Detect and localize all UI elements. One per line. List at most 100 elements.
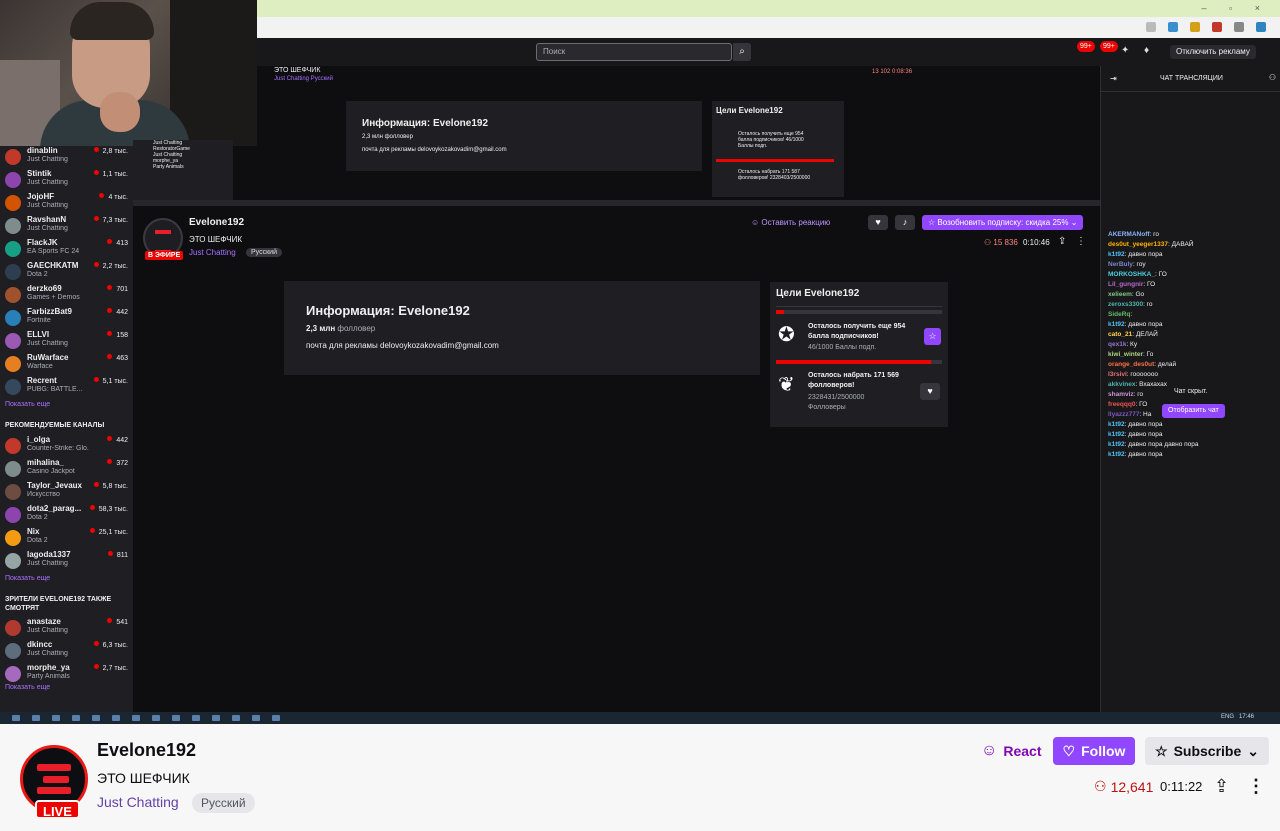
sidebar-channel-category: Counter-Strike: Glo... xyxy=(27,445,89,452)
chat-username: k1t92 xyxy=(1108,321,1125,328)
chat-username: des0ut_yeeger1337 xyxy=(1108,241,1168,248)
more-options-icon[interactable]: ⋮ xyxy=(1247,776,1265,797)
chat-message: l3rsivi: гооооооо xyxy=(1108,370,1278,380)
inner-ads-button: Отключить рекламу xyxy=(1170,45,1256,59)
channel-avatar-icon xyxy=(5,149,21,165)
chat-text: : давно пора xyxy=(1124,421,1163,428)
sidebar-channel-row: dkincc Just Chatting 6,3 тыс. xyxy=(4,640,132,662)
channel-avatar-icon xyxy=(5,620,21,636)
sidebar-channel-category: Just Chatting xyxy=(27,225,68,232)
sidebar-channel-category: Just Chatting xyxy=(27,627,68,634)
viewer-number: 12,641 xyxy=(1110,778,1154,795)
chat-message: orange_des0ut: делай xyxy=(1108,360,1278,370)
category-link[interactable]: Just Chatting xyxy=(97,794,179,810)
sidebar-channel-row: derzko69 Games + Demos 701 xyxy=(4,284,132,306)
channel-avatar-icon xyxy=(5,172,21,188)
chat-text: : ДЕЛАЙ xyxy=(1132,331,1158,338)
sidebar-channel-row: lagoda1337 Just Chatting 811 xyxy=(4,550,132,572)
channel-name[interactable]: Evelone192 xyxy=(97,740,196,761)
sidebar-channel-row: FlackJK EA Sports FC 24 413 xyxy=(4,238,132,260)
inner-react-label: Оставить реакцию xyxy=(761,218,831,227)
chat-message: k1t92: давно пора давно пора xyxy=(1108,440,1278,450)
sidebar-channel-category: Dota 2 xyxy=(27,514,48,521)
chat-username: l3rsivi xyxy=(1108,371,1127,378)
goal2-text: Осталось набрать 171 569 фолловеров! xyxy=(808,372,899,389)
chat-text: : ГО xyxy=(1154,271,1167,278)
stream-video[interactable]: – ▫ × Поиск ⌕ 99+ 99+ ✦ ♦ Отключить рекл… xyxy=(0,0,1280,724)
chat-username: llyazzz777 xyxy=(1108,411,1140,418)
show-more-link: Показать еще xyxy=(5,575,51,582)
channel-avatar-icon xyxy=(5,333,21,349)
chat-username: akkvinex xyxy=(1108,381,1136,388)
sidebar-channel-viewers: 4 тыс. xyxy=(99,193,128,201)
language-tag[interactable]: Русский xyxy=(192,793,255,813)
chat-text: : давно пора xyxy=(1124,451,1163,458)
sidebar-channel-category: Fortnite xyxy=(27,317,51,324)
chat-text: : ГО xyxy=(1143,281,1156,288)
sidebar-channel-row: RavshanN Just Chatting 7,3 тыс. xyxy=(4,215,132,237)
subscribe-button[interactable]: ☆ Subscribe ⌄ xyxy=(1145,737,1269,765)
sidebar-channel-name: FlackJK xyxy=(27,238,58,247)
show-more-link: Показать еще xyxy=(5,684,51,691)
inner-drop-icon: ♦ xyxy=(1144,45,1150,56)
sidebar-channel-name: dinablin xyxy=(27,146,58,155)
chat-message: qex1k: Ку xyxy=(1108,340,1278,350)
chat-text: : делай xyxy=(1154,361,1177,368)
inner-subscribe-label: Возобновить подписку: скидка 25% xyxy=(937,218,1069,227)
sidebar-channel-viewers: 58,3 тыс. xyxy=(90,505,128,513)
live-badge: LIVE xyxy=(35,800,80,819)
viewer-count: ⚇ 12,641 xyxy=(1094,778,1153,795)
react-icon: ☺ xyxy=(981,742,998,759)
sidebar-channel-viewers: 811 xyxy=(108,551,128,559)
sidebar-channel-viewers: 6,3 тыс. xyxy=(94,641,128,649)
inner-language-tag: Русский xyxy=(246,248,282,257)
star-icon: ☆ xyxy=(1155,742,1168,759)
chat-text: : гооооооо xyxy=(1126,371,1158,378)
react-button[interactable]: ☺ React xyxy=(975,737,1047,765)
taskbar-language: ENG xyxy=(1220,714,1234,720)
chat-text: : Ку xyxy=(1126,341,1138,348)
share-icon[interactable]: ⇪ xyxy=(1214,776,1229,797)
chat-text: : ГО xyxy=(1135,401,1148,408)
star-icon: ✪ xyxy=(778,324,795,346)
inner-goals-title: Цели Evelone192 xyxy=(776,288,860,299)
nested-goal-2: Осталось набрать 171 587 фолловеров! 232… xyxy=(738,169,811,181)
chat-message: Lil_gungnir: ГО xyxy=(1108,280,1278,290)
chat-text: : давно пора xyxy=(1124,431,1163,438)
nested-goal-1: Осталось получить еще 954 балла подписчи… xyxy=(738,131,804,149)
chat-message: kiwi_winter: Го xyxy=(1108,350,1278,360)
subscribe-label: Subscribe xyxy=(1173,743,1242,759)
goal-progress-bar xyxy=(776,360,942,364)
inner-goals-panel: Цели Evelone192 ✪ Осталось получить еще … xyxy=(770,282,948,427)
sidebar-channel-category: PUBG: BATTLE... xyxy=(27,386,83,393)
sidebar-channel-name: GAECHKATM xyxy=(27,261,79,270)
inner-live-badge: В ЭФИРЕ xyxy=(145,251,184,260)
channel-avatar-icon xyxy=(5,264,21,280)
chat-text: : давно пора давно пора xyxy=(1124,441,1199,448)
sidebar-channel-name: JojoHF xyxy=(27,192,55,201)
sidebar-channel-category: Just Chatting xyxy=(27,650,68,657)
sidebar-channel-name: mihalina_ xyxy=(27,458,64,467)
chevron-down-icon: ⌄ xyxy=(1247,742,1259,759)
channel-avatar-icon xyxy=(5,666,21,682)
goal2-progress: 2328431/2500000 xyxy=(808,394,865,401)
sidebar-channel-viewers: 2,2 тыс. xyxy=(94,262,128,270)
sidebar-channel-name: RavshanN xyxy=(27,215,67,224)
chat-text: : На xyxy=(1139,411,1152,418)
chat-username: zeroxs3300 xyxy=(1108,301,1144,308)
chat-message: k1t92: давно пора xyxy=(1108,430,1278,440)
sidebar-channel-category: Warface xyxy=(27,363,53,370)
sidebar-channel-row: ELLVI Just Chatting 158 xyxy=(4,330,132,352)
sidebar-channel-row: morphe_ya Party Animals 2,7 тыс. xyxy=(4,663,132,685)
channel-avatar-icon xyxy=(5,218,21,234)
chat-username: kiwi_winter xyxy=(1108,351,1144,358)
sidebar-channel-name: Recrent xyxy=(27,376,57,385)
nested-info-title: Информация: Evelone192 xyxy=(362,118,489,129)
inner-uptime: 0:10:46 xyxy=(1023,238,1050,247)
follow-button[interactable]: ♡ Follow xyxy=(1053,737,1135,765)
sidebar-channel-name: Taylor_Jevaux xyxy=(27,481,82,490)
captured-taskbar: ENG 17:46 xyxy=(0,712,1280,724)
inner-category: Just Chatting xyxy=(189,248,236,257)
goal-progress-bar xyxy=(776,310,942,314)
sidebar-channel-name: derzko69 xyxy=(27,284,62,293)
